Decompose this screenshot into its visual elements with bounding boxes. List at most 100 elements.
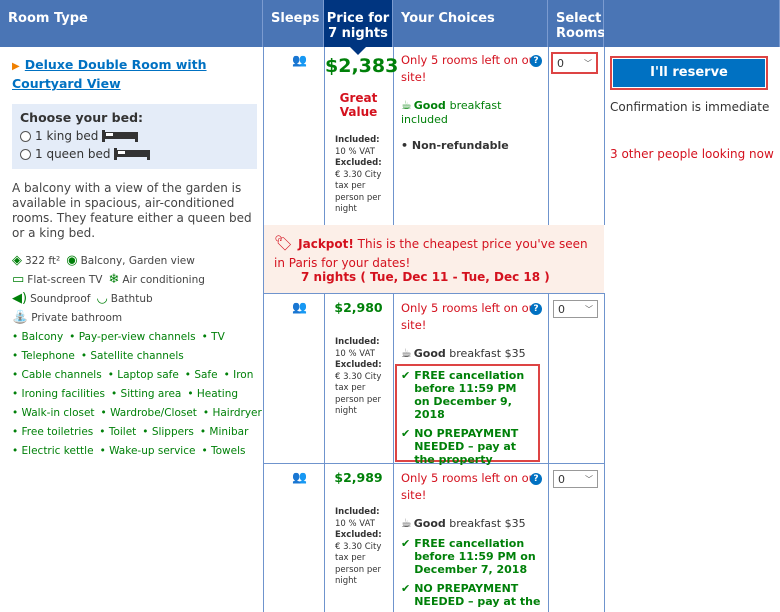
bed-choice-box: Choose your bed: 1 king bed 1 queen bed <box>12 104 257 169</box>
sleeps-icon: 👥 <box>292 300 307 314</box>
checkmark-icon: ✔ <box>401 582 411 595</box>
reserve-button-wrap: I'll reserve <box>610 56 768 90</box>
sleeps-icon: 👥 <box>292 470 307 484</box>
offer-1-policy: • Non-refundable <box>401 139 509 152</box>
offer-2-price-cell: $2,980 Included: 10 % VAT Excluded: € 3.… <box>325 300 392 418</box>
price-tag-icon: 🏷 <box>274 234 294 252</box>
offer-3-choices: Only 5 rooms left on our site! ? ☕ Good b… <box>401 470 543 608</box>
offer-1-price-cell: $2,383 Great Value Included: 10 % VAT Ex… <box>325 55 399 216</box>
checkmark-icon: ✔ <box>401 369 411 382</box>
room-info: ▶ Deluxe Double Room with Courtyard View… <box>12 54 262 461</box>
sleeps-icon: 👥 <box>292 53 307 67</box>
speaker-icon: ◀) <box>12 291 28 306</box>
checkmark-icon: ✔ <box>401 427 411 440</box>
offer-2-free-cancellation: ✔ FREE cancellation before 11:59 PM on De… <box>401 369 525 421</box>
tv-icon: ▭ <box>12 272 25 287</box>
view-icon: ◉ <box>66 253 78 268</box>
offer-3-tax: Included: 10 % VAT Excluded: € 3.30 City… <box>335 507 382 586</box>
jackpot-text: Jackpot! This is the cheapest price you'… <box>274 237 588 270</box>
flat-screen-tv: Flat-screen TV <box>27 274 103 286</box>
amenity-row: • Electric kettle • Wake-up service • Towe… <box>12 445 246 457</box>
radio-queen[interactable] <box>20 148 31 160</box>
radio-king[interactable] <box>20 130 31 142</box>
col-header-select: Select Rooms <box>548 0 605 47</box>
offer-3-price-cell: $2,989 Included: 10 % VAT Excluded: € 3.… <box>325 470 392 588</box>
col-header-price: Price for 7 nights <box>324 0 393 55</box>
offer-1-tax: Included: 10 % VAT Excluded: € 3.30 City… <box>335 135 382 214</box>
expand-arrow-icon: ▶ <box>12 61 20 72</box>
offer-1-price: $2,383 <box>325 55 399 77</box>
amenity-row: • Telephone • Satellite channels <box>12 350 184 362</box>
col-header-room-type: Room Type <box>0 0 263 47</box>
offer-2-tax: Included: 10 % VAT Excluded: € 3.30 City… <box>335 337 382 416</box>
great-value-badge: Great Value <box>339 91 378 119</box>
snowflake-icon: ❄ <box>108 272 120 287</box>
air-conditioning: Air conditioning <box>122 274 205 286</box>
reserve-button[interactable]: I'll reserve <box>613 59 765 87</box>
chevron-down-icon: ﹀ <box>584 58 592 68</box>
col-header-sleeps: Sleeps <box>263 0 324 47</box>
room-size-icon: ◈ <box>12 253 22 268</box>
facility-row-4: ⛲ Private bathroom <box>12 310 252 326</box>
offer-3-rooms-left: Only 5 rooms left on our site! <box>401 471 541 502</box>
bathtub: Bathtub <box>110 293 153 305</box>
info-icon[interactable]: ? <box>530 303 542 315</box>
bed-option-queen[interactable]: 1 queen bed <box>20 145 249 163</box>
offer-2-breakfast: ☕ Good breakfast $35 <box>401 346 526 360</box>
amenity-row: • Free toiletries • Toilet • Slippers • Min… <box>12 426 249 438</box>
info-icon[interactable]: ? <box>530 55 542 67</box>
price-header-line2: 7 nights <box>328 26 388 41</box>
bed-icon <box>114 148 151 160</box>
col-header-choices: Your Choices <box>393 0 548 47</box>
offer-1-rooms-left: Only 5 rooms left on our site! <box>401 53 541 84</box>
amenity-row: • Cable channels • Laptop safe • Safe • Iro… <box>12 369 254 381</box>
offer-1-choices: Only 5 rooms left on our site! ? ☕ Good b… <box>401 52 543 153</box>
choose-bed-label: Choose your bed: <box>20 110 144 125</box>
offer-2-conditions-box: ✔ FREE cancellation before 11:59 PM on De… <box>395 364 540 466</box>
soundproof: Soundproof <box>30 293 91 305</box>
offer-3-room-select[interactable]: 0 ﹀ <box>553 470 598 488</box>
offer-1-select-wrap: 0 ﹀ <box>551 52 598 74</box>
bathtub-icon: ◡ <box>96 291 108 306</box>
coffee-cup-icon: ☕ <box>401 346 412 360</box>
offer-2-price: $2,980 <box>334 300 383 315</box>
room-size: 322 ft² <box>25 255 61 267</box>
facility-row-2: ▭ Flat-screen TV ❄ Air conditioning <box>12 272 252 288</box>
price-header-line1: Price for <box>326 11 390 26</box>
info-icon[interactable]: ? <box>530 473 542 485</box>
bed-option-king-label: 1 king bed <box>35 129 99 143</box>
offer-3-free-cancellation: ✔ FREE cancellation before 11:59 PM on De… <box>401 537 536 576</box>
balcony-view: Balcony, Garden view <box>80 255 195 267</box>
amenity-row: • Ironing facilities • Sitting area • Heat… <box>12 388 239 400</box>
coffee-cup-icon: ☕ <box>401 516 412 530</box>
offer-3-no-prepayment: ✔ NO PREPAYMENT NEEDED – pay at the <box>401 582 541 608</box>
offer-1-room-select[interactable]: 0 ﹀ <box>553 54 596 72</box>
facility-row-1: ◈ 322 ft² ◉ Balcony, Garden view <box>12 253 252 269</box>
offer-2-room-select[interactable]: 0 ﹀ <box>553 300 598 318</box>
amenity-row: • Walk-in closet • Wardrobe/Closet • Haird… <box>12 407 262 419</box>
offer-2-no-prepayment: ✔ NO PREPAYMENT NEEDED – pay at the prope… <box>401 427 519 466</box>
jackpot-banner: 🏷 Jackpot! This is the cheapest price yo… <box>264 225 604 293</box>
offer-2-choices: Only 5 rooms left on our site! ? ☕ Good b… <box>401 300 543 361</box>
jackpot-dates: 7 nights ( Tue, Dec 11 - Tue, Dec 18 ) <box>301 270 550 284</box>
chevron-down-icon: ﹀ <box>585 474 593 484</box>
confirmation-text: Confirmation is immediate <box>610 100 770 114</box>
offer-2-rooms-left: Only 5 rooms left on our site! <box>401 301 541 332</box>
offer-3-breakfast: ☕ Good breakfast $35 <box>401 516 526 530</box>
bed-option-king[interactable]: 1 king bed <box>20 127 249 145</box>
checkmark-icon: ✔ <box>401 537 411 550</box>
private-bathroom: Private bathroom <box>31 312 123 324</box>
shower-icon: ⛲ <box>12 310 29 325</box>
offer-1-breakfast: ☕ Good breakfast included <box>401 98 502 126</box>
people-looking-text: 3 other people looking now <box>610 147 774 161</box>
room-title-row: ▶ Deluxe Double Room with Courtyard View <box>12 54 252 92</box>
bed-icon <box>102 130 139 142</box>
amenity-row: • Balcony • Pay-per-view channels • TV <box>12 331 225 343</box>
select-header-line1: Select <box>556 11 602 26</box>
col-header-reserve <box>604 0 780 47</box>
coffee-cup-icon: ☕ <box>401 98 412 112</box>
offer-3-price: $2,989 <box>334 470 383 485</box>
chevron-down-icon: ﹀ <box>585 304 593 314</box>
room-name-link[interactable]: Deluxe Double Room with Courtyard View <box>12 57 207 91</box>
facility-row-3: ◀) Soundproof ◡ Bathtub <box>12 291 252 307</box>
